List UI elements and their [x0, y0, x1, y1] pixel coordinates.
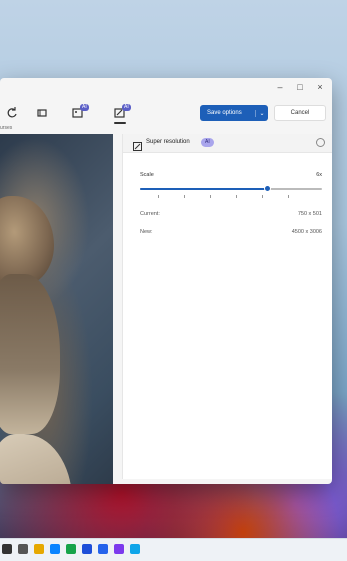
slider-tick [288, 195, 289, 198]
maximize-button[interactable]: □ [290, 80, 310, 94]
ai-badge: AI [201, 138, 214, 147]
slider-tick [158, 195, 159, 198]
scale-value: 6x [316, 172, 322, 178]
photos-editor-window: – □ × AI AI Save options ⌄ Cancel urses [0, 78, 332, 484]
search-icon[interactable] [18, 544, 28, 554]
minimize-button[interactable]: – [270, 80, 290, 94]
file-explorer-icon[interactable] [34, 544, 44, 554]
slider-tick [262, 195, 263, 198]
toolbar-caption: urses [0, 125, 13, 131]
rock [0, 434, 72, 484]
photo-canvas[interactable] [0, 134, 113, 484]
save-options-label: Save options [207, 110, 242, 116]
taskbar [0, 538, 347, 561]
current-size-value: 750 x 501 [297, 211, 322, 217]
mail-icon[interactable] [98, 544, 108, 554]
new-size-label: New: [140, 229, 153, 235]
title-bar: – □ × [0, 78, 332, 98]
cancel-button[interactable]: Cancel [274, 105, 326, 121]
rotate-icon[interactable] [6, 106, 20, 118]
slider-fill [140, 188, 268, 190]
super-resolution-icon[interactable]: AI [114, 104, 131, 124]
edge-icon[interactable] [50, 544, 60, 554]
panel-title: Super resolution [146, 139, 190, 145]
slider-tick [184, 195, 185, 198]
scale-label: Scale [140, 172, 154, 178]
slider-tick [236, 195, 237, 198]
lizard-body [0, 274, 60, 434]
slider-tick [210, 195, 211, 198]
close-button[interactable]: × [310, 80, 330, 94]
lizard-head [0, 196, 54, 286]
selected-tool-indicator [114, 122, 126, 124]
feature-toggle[interactable] [316, 138, 325, 147]
ai-badge: AI [80, 104, 89, 111]
current-size-label: Current: [140, 211, 160, 217]
chrome-icon[interactable] [66, 544, 76, 554]
save-options-button[interactable]: Save options ⌄ [200, 105, 268, 121]
start-icon[interactable] [2, 544, 12, 554]
new-size-value: 4500 x 3006 [291, 229, 322, 235]
panel-header: Super resolution AI [123, 134, 332, 153]
chevron-down-icon[interactable]: ⌄ [255, 109, 268, 117]
scale-slider[interactable] [140, 185, 322, 192]
image-ai-icon[interactable]: AI [72, 104, 89, 118]
teams-icon[interactable] [114, 544, 124, 554]
photos-icon[interactable] [130, 544, 140, 554]
super-resolution-icon [133, 138, 142, 151]
super-resolution-panel: Super resolution AI [122, 134, 332, 479]
store-icon[interactable] [82, 544, 92, 554]
crop-icon[interactable] [36, 106, 50, 118]
ai-badge: AI [122, 104, 131, 111]
